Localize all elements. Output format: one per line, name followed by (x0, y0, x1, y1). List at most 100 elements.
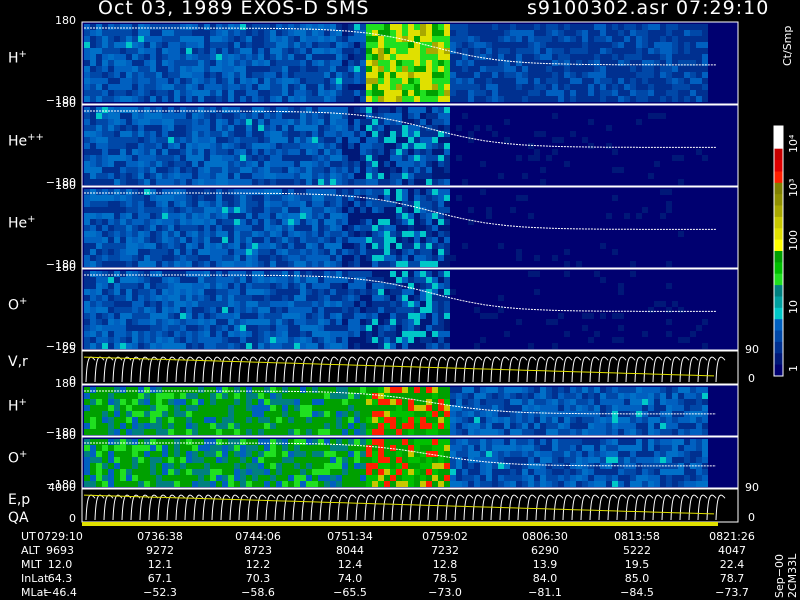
colorbar-swatch (774, 364, 783, 377)
panel-label: O+ (8, 296, 27, 314)
ephemeris-row: UT 0729:10 0736:38 0744:06 0751:34 0759:02 080… (0, 530, 760, 544)
ephemeris-value: −73.0 (428, 586, 462, 599)
ephemeris-value: 78.7 (719, 572, 745, 585)
ephemeris-value: 0759:02 (422, 530, 468, 543)
ephemeris-row: MLat −46.4 −52.3 −58.6 −65.5 −73.0 −81.1 −84.5−… (0, 586, 760, 600)
panel-label: O+ (8, 449, 27, 467)
ephemeris-value: 0806:30 (522, 530, 568, 543)
panel-label-text: He (8, 215, 28, 232)
colorbar-unit: Ct/Smp (781, 25, 794, 66)
panel-label: He+ (8, 214, 36, 232)
colorbar-swatch (774, 137, 783, 150)
panel-1 (81, 104, 739, 187)
ephemeris-value: 0821:26 (709, 530, 755, 543)
panel-5 (81, 384, 739, 437)
y-tick-top: 180 (55, 261, 76, 274)
ephemeris-row: InLat 64.3 67.1 70.3 74.0 78.5 84.0 85.0 78.7 (0, 572, 760, 586)
panel-label-text: H (8, 50, 19, 67)
ephemeris-value: 9272 (146, 544, 174, 557)
y-tick-top: 180 (55, 179, 76, 192)
ephemeris-value: 78.5 (432, 572, 458, 585)
ep-right-tick-top: 90 (745, 481, 759, 494)
colorbar-swatch (774, 228, 783, 241)
colorbar-swatch (774, 307, 783, 320)
ephemeris-value: 12.1 (147, 558, 173, 571)
panel-label: H+ (8, 397, 27, 415)
ephemeris-value: 64.3 (47, 572, 73, 585)
colorbar-swatch (774, 353, 783, 366)
ephemeris-value: −58.6 (241, 586, 275, 599)
colorbar-swatch (774, 273, 783, 286)
ephemeris-value: 9693 (46, 544, 74, 557)
ephemeris-value: 0729:10 (37, 530, 83, 543)
spectrogram-plot (81, 21, 784, 526)
colorbar-tick: 100 (787, 230, 800, 251)
ephemeris-table: UT 0729:10 0736:38 0744:06 0751:34 0759:02 080… (0, 530, 760, 600)
ephemeris-value: −84.5 (620, 586, 654, 599)
colorbar-swatch (774, 182, 783, 195)
y-tick-top: 180 (55, 377, 76, 390)
panel-7 (81, 488, 739, 523)
colorbar-swatch (774, 251, 783, 263)
colorbar-swatch (774, 285, 783, 297)
ephemeris-value: 12.0 (47, 558, 73, 571)
colorbar-tick: 10⁴ (787, 134, 800, 153)
colorbar-swatch (774, 319, 783, 332)
panel-2 (81, 186, 739, 269)
y-tick-top: 180 (55, 429, 76, 442)
ephemeris-value: 5222 (623, 544, 651, 557)
ephemeris-value: 7232 (431, 544, 459, 557)
y-tick-top: 180 (55, 97, 76, 110)
panel-4 (81, 350, 739, 385)
colorbar-swatch (774, 262, 783, 275)
panel-label-text: H (8, 398, 19, 415)
panel-label-sup: ++ (27, 131, 44, 143)
colorbar-swatch (774, 341, 783, 354)
colorbar-tick: 1 (787, 365, 800, 372)
qa-label: QA (8, 510, 29, 526)
header-title: Oct 03, 1989 EXOS-D SMS (98, 0, 370, 19)
ephemeris-value: 84.0 (532, 572, 558, 585)
colorbar-swatch (774, 239, 783, 252)
ephemeris-value: 8044 (336, 544, 364, 557)
panel-label-text: He (8, 133, 28, 150)
footer-tag: Sep−00 2CM33L (773, 553, 799, 598)
colorbar-tick: 10³ (787, 178, 800, 197)
ephemeris-value: 0813:58 (614, 530, 660, 543)
ephemeris-value: 67.1 (147, 572, 173, 585)
y-tick-top: 180 (55, 14, 76, 27)
ephemeris-value: 13.9 (532, 558, 558, 571)
panel-label-sup: + (18, 49, 27, 60)
ephemeris-value: 22.4 (719, 558, 745, 571)
ephemeris-value: 6290 (531, 544, 559, 557)
ephemeris-row: MLT 12.0 12.1 12.2 12.4 12.8 13.9 19.5 22.4 (0, 558, 760, 572)
panel-label-sup: + (18, 396, 27, 408)
ep-right-tick-bottom: 0 (748, 511, 755, 524)
colorbar-swatch (774, 194, 783, 207)
panel-label-text: O (8, 450, 20, 467)
ephemeris-value: −65.5 (333, 586, 367, 599)
colorbar-swatch (774, 205, 783, 218)
colorbar-swatch (774, 126, 783, 138)
colorbar-swatch (774, 148, 783, 161)
ephemeris-value: 0744:06 (235, 530, 281, 543)
header-file-time: s9100302.asr 07:29:10 (527, 0, 770, 19)
ephemeris-value: −81.1 (528, 586, 562, 599)
panel-label: He++ (8, 132, 44, 150)
ephemeris-value: −52.3 (143, 586, 177, 599)
header: Oct 03, 1989 EXOS-D SMS s9100302.asr 07:… (0, 0, 800, 19)
colorbar-swatch (774, 160, 783, 172)
ephemeris-value: 0751:34 (327, 530, 373, 543)
colorbar-swatch (774, 216, 783, 229)
panel-0 (81, 21, 739, 105)
colorbar-swatch (774, 330, 783, 343)
ephemeris-value: 0736:38 (137, 530, 183, 543)
panel-6 (81, 436, 739, 489)
ephemeris-value: 12.2 (245, 558, 271, 571)
panel-label-sup: + (19, 295, 28, 307)
ephemeris-value: 8723 (244, 544, 272, 557)
ephemeris-value: 70.3 (245, 572, 271, 585)
vr-right-tick-bottom: 0 (748, 372, 755, 385)
colorbar-swatch (774, 296, 783, 309)
ephemeris-value: −73.7 (715, 586, 749, 599)
